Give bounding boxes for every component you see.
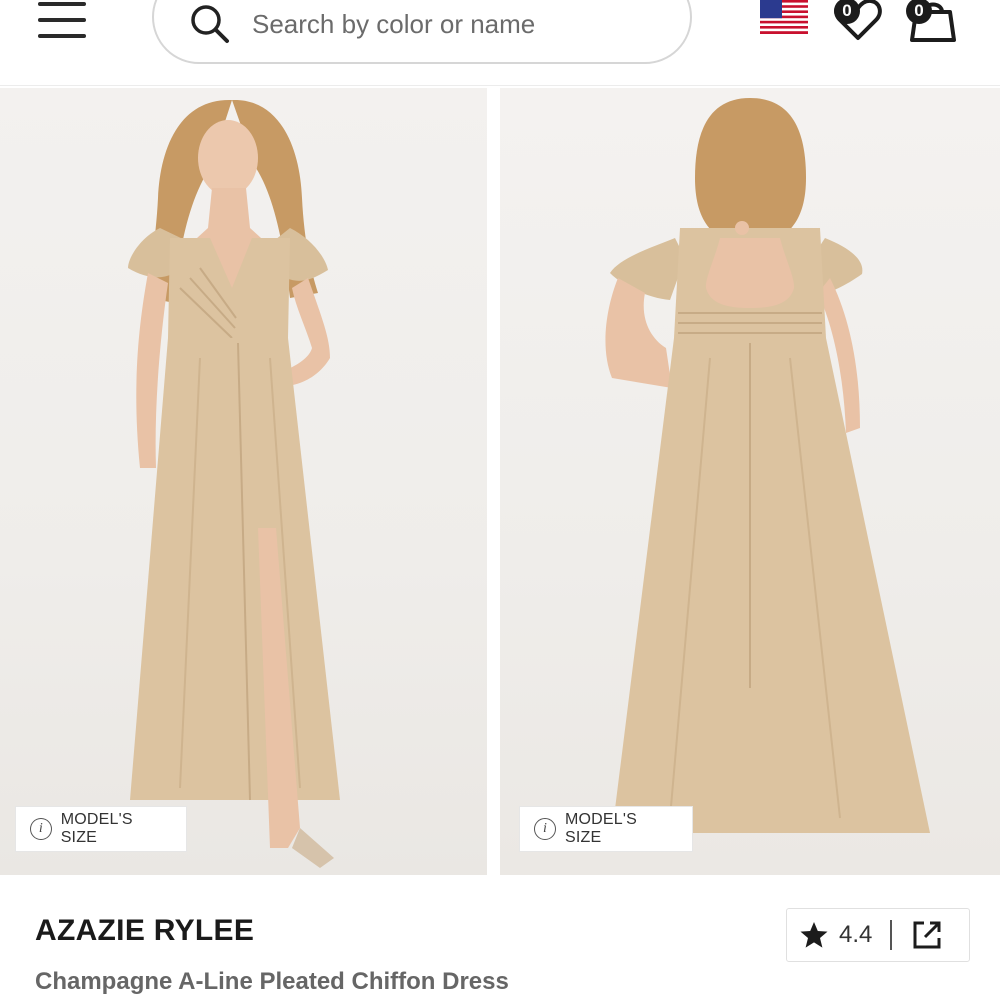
product-title: AZAZIE RYLEE	[35, 914, 255, 947]
star-icon	[800, 922, 828, 948]
product-description: Champagne A-Line Pleated Chiffon Dress	[35, 968, 509, 995]
share-icon[interactable]	[910, 918, 944, 952]
dress-front-illustration	[128, 99, 340, 868]
models-size-button-front[interactable]: i MODEL'S SIZE	[15, 806, 187, 852]
product-image-back[interactable]	[500, 88, 1000, 875]
search-input[interactable]	[252, 6, 662, 42]
models-size-label: MODEL'S SIZE	[60, 811, 133, 846]
rating-share-bar: 4.4	[786, 908, 970, 962]
wishlist-button[interactable]: 0	[828, 0, 888, 44]
models-size-button-back[interactable]: i MODEL'S SIZE	[519, 806, 693, 852]
dress-back-illustration	[605, 98, 930, 833]
rating-value: 4.4	[839, 921, 873, 948]
search-icon[interactable]	[188, 2, 232, 46]
hamburger-menu-icon[interactable]	[38, 2, 86, 38]
top-navigation-bar: 0 0	[0, 0, 1000, 86]
divider	[890, 920, 893, 950]
product-image-front[interactable]	[0, 88, 487, 875]
info-icon: i	[30, 818, 52, 840]
cart-button[interactable]: 0	[902, 0, 962, 44]
models-size-label: MODEL'S SIZE	[565, 811, 638, 846]
us-flag-icon[interactable]	[760, 0, 808, 34]
info-icon: i	[534, 818, 556, 840]
search-box[interactable]	[152, 0, 692, 64]
